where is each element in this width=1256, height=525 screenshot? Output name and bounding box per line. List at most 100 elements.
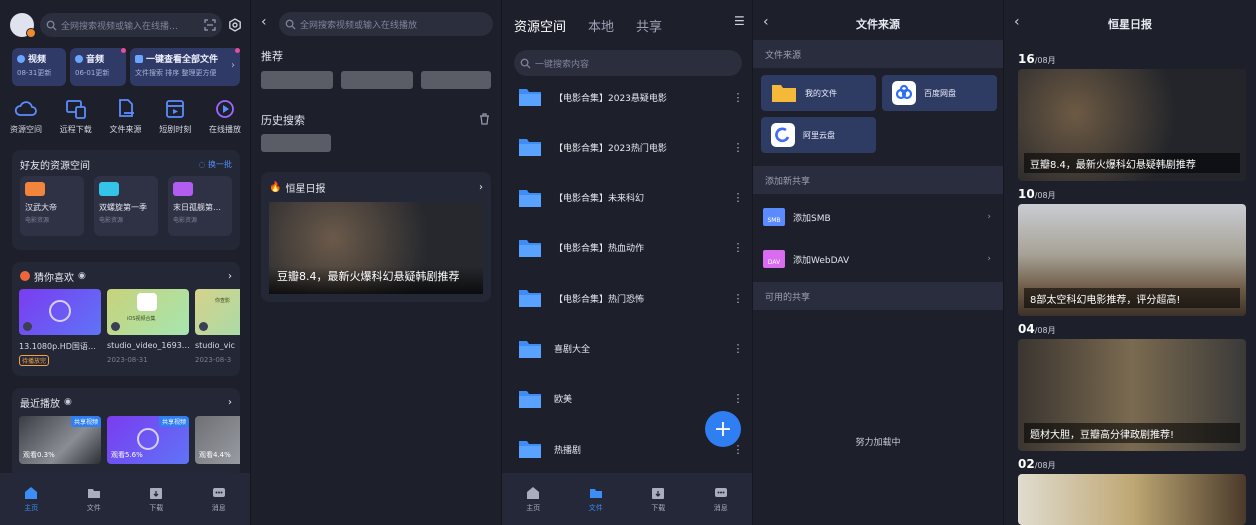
video-date: 2023-08-3 xyxy=(195,356,232,364)
eye-icon[interactable]: ◉ xyxy=(78,271,86,281)
more-options-icon[interactable]: ⋮ xyxy=(732,292,744,305)
friend-item[interactable]: 汉武大帝 电影资源 xyxy=(20,176,84,236)
new-dot xyxy=(121,48,126,53)
quick-video-card[interactable]: 视频 08-31更新 xyxy=(12,48,66,86)
bottom-nav: 主页 文件 下载 消息 xyxy=(0,473,250,525)
friend-item[interactable]: 双螺旋第一季 电影资源 xyxy=(94,176,158,236)
recommend-chip[interactable] xyxy=(421,71,491,89)
search-icon xyxy=(285,19,296,30)
daily-article[interactable]: 题材大胆，豆瓣高分律政剧推荐! xyxy=(1018,339,1246,451)
more-options-icon[interactable]: ⋮ xyxy=(732,443,744,456)
more-options-icon[interactable]: ⋮ xyxy=(732,141,744,154)
daily-card[interactable]: 🔥 恒星日报 › 豆瓣8.4，最新火爆科幻悬疑韩剧推荐 xyxy=(261,172,491,302)
menu-icon[interactable]: ☰ xyxy=(734,14,745,28)
play-icon xyxy=(23,322,32,331)
friend-item-sub: 电影资源 xyxy=(99,217,124,224)
search-input[interactable]: 全网搜索视频或输入在线播… xyxy=(40,13,222,37)
trash-icon[interactable] xyxy=(479,113,490,125)
recent-thumbnail[interactable]: 共享视频 观看5.6% xyxy=(107,416,189,464)
chevron-right-icon: › xyxy=(231,60,235,71)
date-day: 04 xyxy=(1018,322,1035,336)
tab-local[interactable]: 本地 xyxy=(588,16,614,35)
nav-messages[interactable]: 消息 xyxy=(714,486,728,513)
daily-article[interactable]: 8部太空科幻电影推荐，评分超高! xyxy=(1018,204,1246,316)
tool-short-drama[interactable]: 短剧时刻 xyxy=(151,98,199,135)
video-thumbnail[interactable]: 你查影 xyxy=(195,289,240,335)
recommend-chip[interactable] xyxy=(261,71,333,89)
more-options-icon[interactable]: ⋮ xyxy=(732,91,744,104)
more-options-icon[interactable]: ⋮ xyxy=(732,191,744,204)
folder-row[interactable]: 喜剧大全 ⋮ xyxy=(518,334,744,364)
settings-icon[interactable] xyxy=(228,18,242,32)
source-baidu-pan[interactable]: 百度网盘 xyxy=(882,75,997,111)
recent-thumbnail[interactable]: 共享视频 观看0.3% xyxy=(19,416,101,464)
watch-progress: 观看4.4% xyxy=(199,451,231,459)
back-arrow-icon[interactable]: ‹ xyxy=(261,14,267,30)
play-circle-icon xyxy=(49,300,71,322)
group-file-source: 文件来源 xyxy=(753,40,1003,68)
eye-icon[interactable]: ◉ xyxy=(64,397,72,407)
date-month: /08月 xyxy=(1034,461,1056,470)
nav-home[interactable]: 主页 xyxy=(526,486,540,513)
source-my-files[interactable]: 我的文件 xyxy=(761,75,876,111)
quick-all-files-card[interactable]: 一键查看全部文件 文件搜索 排序 整理更方便 › xyxy=(130,48,240,86)
scan-icon[interactable] xyxy=(204,19,216,31)
video-thumbnail[interactable] xyxy=(19,289,101,335)
tool-remote-download[interactable]: 远程下载 xyxy=(52,98,100,135)
back-arrow-icon[interactable]: ‹ xyxy=(763,14,769,30)
recommend-chip[interactable] xyxy=(341,71,413,89)
back-arrow-icon[interactable]: ‹ xyxy=(1014,14,1020,30)
nav-download[interactable]: 下载 xyxy=(651,486,665,513)
tool-file-source[interactable]: 文件来源 xyxy=(102,98,150,135)
folder-row[interactable]: 【电影合集】2023悬疑电影 ⋮ xyxy=(518,82,744,112)
home-screen: 全网搜索视频或输入在线播… 视频 08-31更新 音频 06-01更新 一键查看… xyxy=(0,0,251,525)
add-fab-button[interactable]: + xyxy=(705,411,741,447)
folder-icon xyxy=(589,488,602,498)
avatar[interactable] xyxy=(10,13,36,38)
more-options-icon[interactable]: ⋮ xyxy=(732,392,744,405)
quick-audio-card[interactable]: 音频 06-01更新 xyxy=(70,48,126,86)
add-smb-row[interactable]: SMB 添加SMB › xyxy=(763,203,991,231)
watch-progress: 观看5.6% xyxy=(111,451,143,459)
nav-download[interactable]: 下载 xyxy=(149,486,163,513)
nav-home[interactable]: 主页 xyxy=(24,486,38,513)
guess-title: 猜你喜欢 xyxy=(34,272,74,284)
guess-header[interactable]: 猜你喜欢 ◉ › xyxy=(12,262,240,290)
home-top-bar: 全网搜索视频或输入在线播… xyxy=(10,12,242,38)
tab-resource-space[interactable]: 资源空间 xyxy=(514,16,566,35)
friend-item-name: 末日孤舰第… xyxy=(173,203,221,212)
folder-icon xyxy=(519,441,541,459)
daily-caption: 豆瓣8.4，最新火爆科幻悬疑韩剧推荐 xyxy=(277,270,460,283)
date-day: 02 xyxy=(1018,457,1035,471)
recent-thumbnail[interactable]: 观看4.4% xyxy=(195,416,240,464)
fire-icon: 🔥 xyxy=(269,181,282,193)
source-aliyun-drive[interactable]: 阿里云盘 xyxy=(761,117,876,153)
search-input[interactable]: 全网搜索视频或输入在线播放 xyxy=(279,12,493,36)
friend-item[interactable]: 末日孤舰第… 电影资源 xyxy=(168,176,232,236)
folder-row[interactable]: 【电影合集】2023热门电影 ⋮ xyxy=(518,132,744,162)
tab-shared[interactable]: 共享 xyxy=(636,16,662,35)
folder-row[interactable]: 【电影合集】热血动作 ⋮ xyxy=(518,233,744,263)
more-options-icon[interactable]: ⋮ xyxy=(732,241,744,254)
search-icon xyxy=(46,20,57,31)
nav-files[interactable]: 文件 xyxy=(87,486,101,513)
tool-resource-space[interactable]: 资源空间 xyxy=(2,98,50,135)
folder-name: 【电影合集】2023悬疑电影 xyxy=(554,93,667,104)
refresh-button[interactable]: ◌ 换一批 xyxy=(198,159,232,170)
daily-article[interactable]: 豆瓣8.4，最新火爆科幻悬疑韩剧推荐 xyxy=(1018,69,1246,181)
chevron-right-icon: › xyxy=(228,396,232,408)
nav-files[interactable]: 文件 xyxy=(589,486,603,513)
files-search-input[interactable]: 一键搜索内容 xyxy=(514,50,742,76)
folder-row[interactable]: 【电影合集】未来科幻 ⋮ xyxy=(518,183,744,213)
folder-row[interactable]: 欧美 ⋮ xyxy=(518,384,744,414)
daily-article[interactable] xyxy=(1018,474,1246,525)
history-chip[interactable] xyxy=(261,134,331,152)
tool-row: 资源空间 远程下载 文件来源 短剧时刻 在线播放 xyxy=(0,98,250,135)
nav-messages[interactable]: 消息 xyxy=(212,486,226,513)
folder-row[interactable]: 【电影合集】热门恐怖 ⋮ xyxy=(518,283,744,313)
video-thumbnail[interactable]: iOS视频合集 xyxy=(107,289,189,335)
tool-online-play[interactable]: 在线播放 xyxy=(201,98,249,135)
recent-header[interactable]: 最近播放 ◉ › xyxy=(12,388,240,416)
add-webdav-row[interactable]: DAV 添加WebDAV › xyxy=(763,245,991,273)
more-options-icon[interactable]: ⋮ xyxy=(732,342,744,355)
